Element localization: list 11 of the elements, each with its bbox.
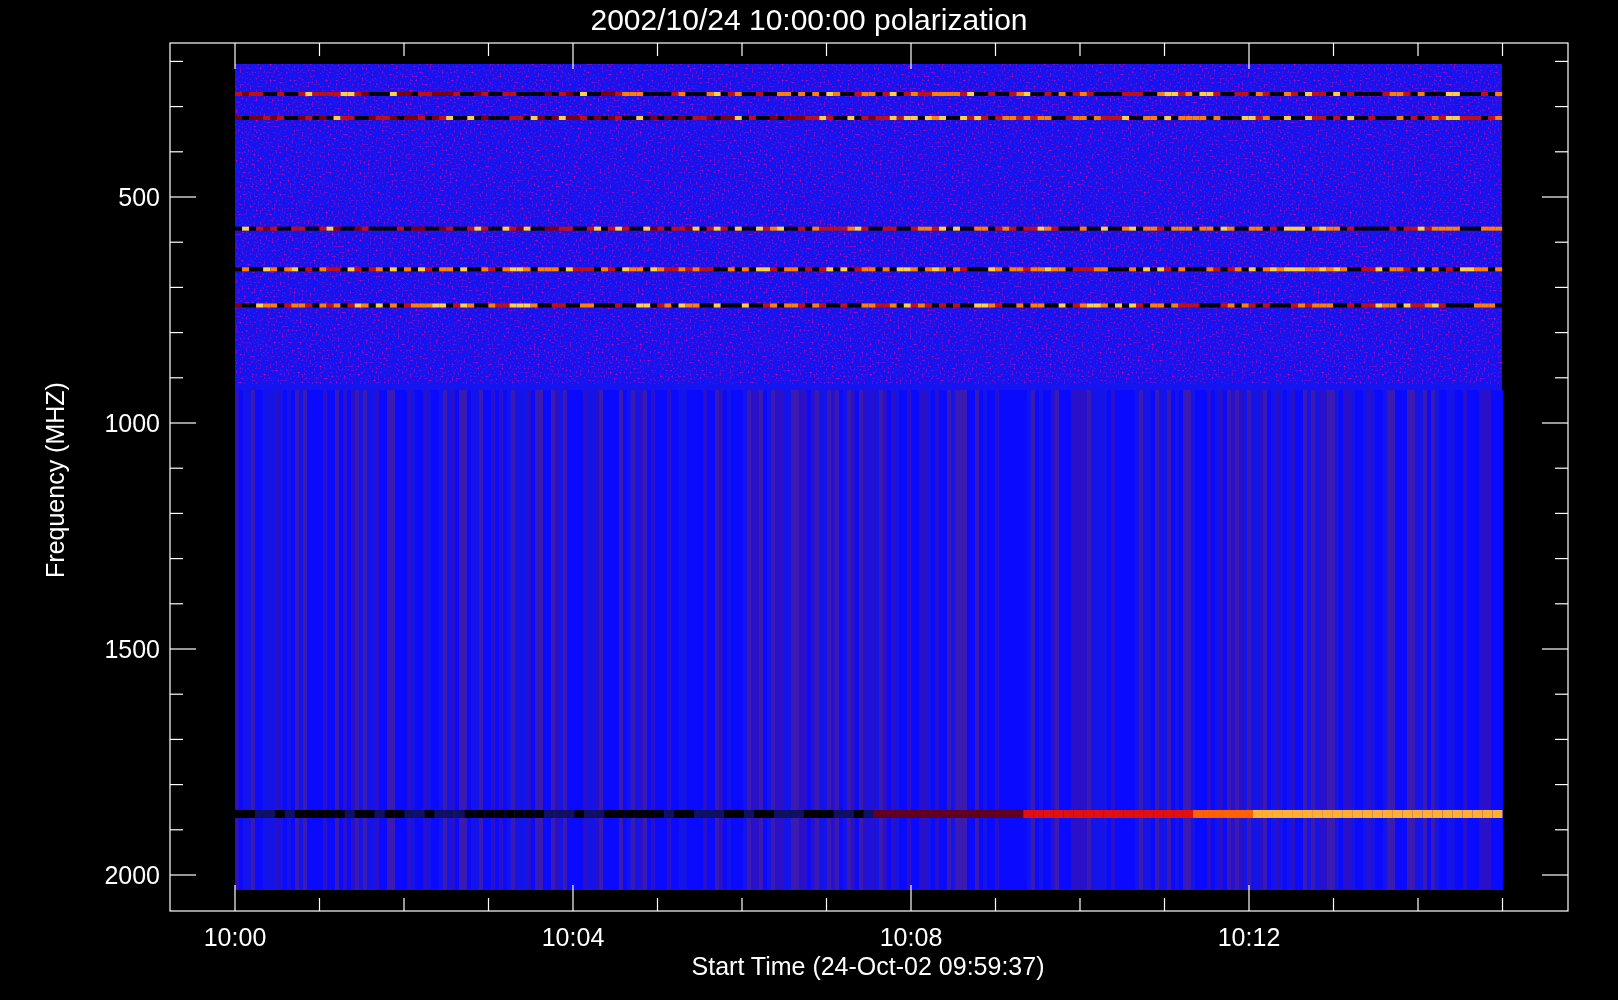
- x-tick-label: 10:04: [541, 923, 605, 951]
- y-tick-label: 500: [118, 183, 160, 211]
- y-tick-label: 1000: [104, 409, 160, 437]
- x-axis-label: Start Time (24-Oct-02 09:59:37): [691, 952, 1045, 980]
- x-tick-label: 10:08: [879, 923, 943, 951]
- chart-title: 2002/10/24 10:00:00 polarization: [590, 3, 1028, 36]
- x-tick-label: 10:12: [1217, 923, 1281, 951]
- y-tick-label: 1500: [104, 635, 160, 663]
- y-tick-label: 2000: [104, 861, 160, 889]
- x-tick-label: 10:00: [203, 923, 267, 951]
- y-axis-label: Frequency (MHZ): [41, 382, 69, 578]
